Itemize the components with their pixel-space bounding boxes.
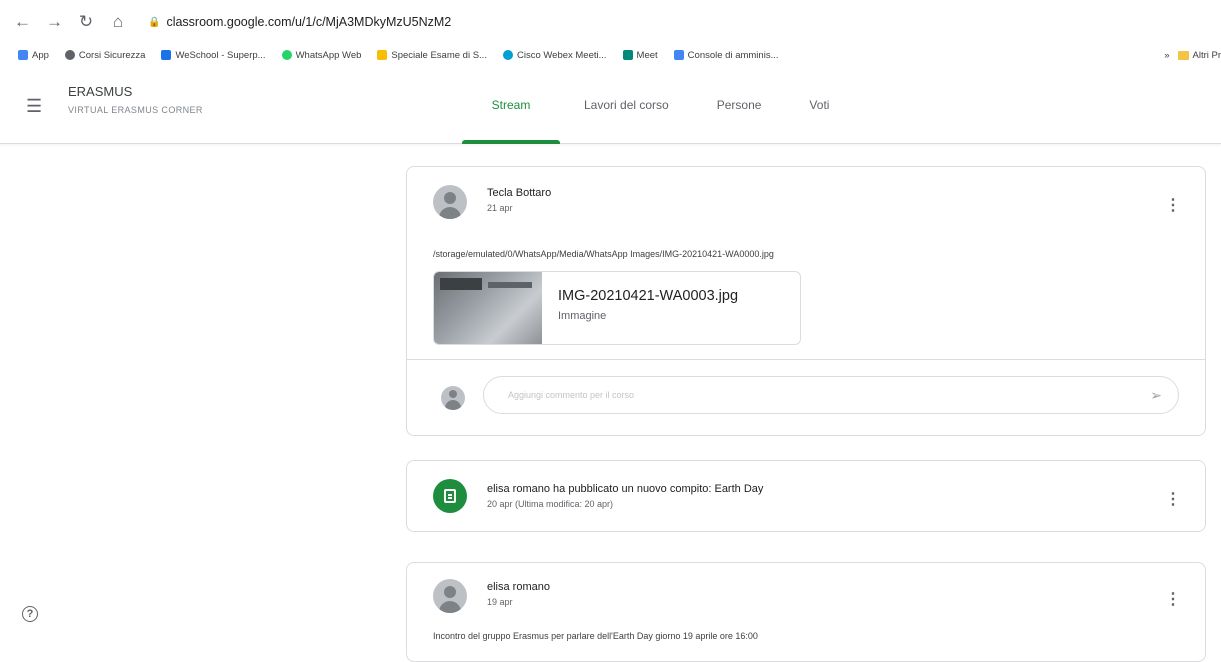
hamburger-menu-icon[interactable]: ☰ (26, 96, 42, 117)
address-bar[interactable]: 🔒 classroom.google.com/u/1/c/MjA3MDkyMzU… (148, 15, 451, 29)
whatsapp-icon (282, 50, 292, 60)
post-date[interactable]: 19 apr (487, 597, 550, 607)
bookmarks-bar: App Corsi Sicurezza WeSchool - Superp...… (0, 44, 1221, 66)
post-text: /storage/emulated/0/WhatsApp/Media/Whats… (433, 249, 774, 259)
home-icon[interactable]: ⌂ (110, 12, 126, 32)
more-bookmarks-chevron-icon[interactable]: » (1164, 50, 1169, 61)
assignment-post[interactable]: elisa romano ha pubblicato un nuovo comp… (406, 460, 1206, 532)
avatar (433, 579, 467, 613)
bookmark-speciale-esame[interactable]: Speciale Esame di S... (377, 50, 487, 61)
bookmark-whatsapp[interactable]: WhatsApp Web (282, 50, 362, 61)
bookmark-app[interactable]: App (18, 50, 49, 61)
bookmark-other[interactable]: Altri Pr (1178, 50, 1221, 61)
reload-icon[interactable]: ↻ (78, 12, 94, 32)
bookmark-weschool[interactable]: WeSchool - Superp... (161, 50, 265, 61)
bookmark-webex[interactable]: Cisco Webex Meeti... (503, 50, 607, 61)
comment-input[interactable]: Aggiungi commento per il corso ➢ (483, 376, 1179, 414)
more-options-icon[interactable]: ⋮ (1165, 195, 1181, 215)
tab-persone[interactable]: Persone (693, 66, 786, 144)
more-options-icon[interactable]: ⋮ (1165, 589, 1181, 609)
course-title: ERASMUS (68, 84, 203, 99)
more-options-icon[interactable]: ⋮ (1165, 489, 1181, 509)
tab-stream[interactable]: Stream (462, 66, 560, 144)
attachment-name: IMG-20210421-WA0003.jpg (558, 288, 738, 304)
bookmark-console[interactable]: Console di amminis... (674, 50, 779, 61)
post-text: Incontro del gruppo Erasmus per parlare … (433, 631, 758, 641)
comment-row: Aggiungi commento per il corso ➢ (407, 359, 1205, 435)
post-author: elisa romano (487, 581, 550, 593)
speciale-icon (377, 50, 387, 60)
post-date[interactable]: 21 apr (487, 203, 551, 213)
course-subtitle: VIRTUAL ERASMUS CORNER (68, 105, 203, 115)
avatar (441, 386, 465, 410)
tab-lavori-del-corso[interactable]: Lavori del corso (560, 66, 693, 144)
attachment-thumbnail (434, 272, 542, 344)
course-tabs: Stream Lavori del corso Persone Voti (462, 66, 853, 144)
stream-post: Tecla Bottaro 21 apr ⋮ /storage/emulated… (406, 166, 1206, 436)
tab-voti[interactable]: Voti (785, 66, 853, 144)
comment-placeholder: Aggiungi commento per il corso (508, 390, 634, 400)
stream-post: elisa romano 19 apr ⋮ Incontro del grupp… (406, 562, 1206, 662)
avatar (433, 185, 467, 219)
attachment-card[interactable]: IMG-20210421-WA0003.jpg Immagine (433, 271, 801, 345)
classroom-header: ☰ ERASMUS VIRTUAL ERASMUS CORNER Stream … (0, 66, 1221, 144)
assignment-icon (433, 479, 467, 513)
send-icon[interactable]: ➢ (1150, 387, 1162, 404)
apps-grid-icon (18, 50, 28, 60)
back-arrow-icon[interactable]: ← (14, 12, 30, 32)
meet-icon (623, 50, 633, 60)
attachment-type: Immagine (558, 310, 738, 322)
browser-toolbar: ← → ↻ ⌂ 🔒 classroom.google.com/u/1/c/MjA… (0, 0, 1221, 44)
post-author: Tecla Bottaro (487, 187, 551, 199)
help-icon[interactable]: ? (22, 606, 38, 622)
forward-arrow-icon[interactable]: → (46, 12, 62, 32)
assignment-title: elisa romano ha pubblicato un nuovo comp… (487, 483, 763, 495)
bookmark-corsi-sicurezza[interactable]: Corsi Sicurezza (65, 50, 146, 61)
lock-icon: 🔒 (148, 17, 160, 28)
admin-console-icon (674, 50, 684, 60)
url-text: classroom.google.com/u/1/c/MjA3MDkyMzU5N… (166, 15, 451, 29)
globe-icon (65, 50, 75, 60)
assignment-date: 20 apr (Ultima modifica: 20 apr) (487, 499, 763, 509)
weschool-icon (161, 50, 171, 60)
course-name[interactable]: ERASMUS VIRTUAL ERASMUS CORNER (68, 84, 203, 115)
folder-icon (1178, 51, 1189, 60)
webex-icon (503, 50, 513, 60)
bookmark-meet[interactable]: Meet (623, 50, 658, 61)
